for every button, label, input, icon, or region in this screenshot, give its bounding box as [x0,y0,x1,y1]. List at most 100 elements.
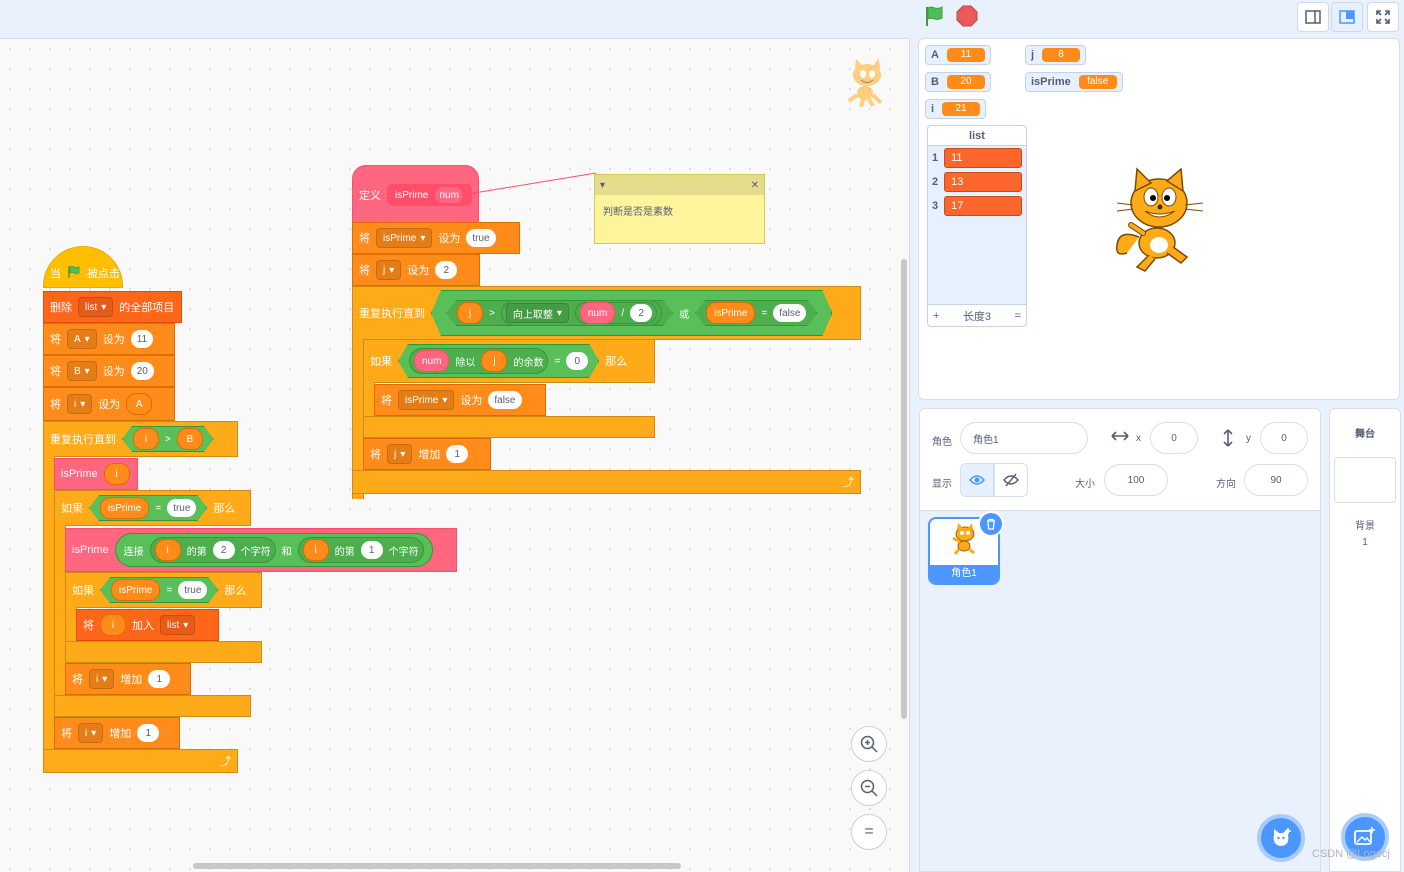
eq-operator[interactable]: isPrime = false [695,300,817,326]
change-i-block[interactable]: 将 i ▾ 增加 1 [54,717,180,749]
monitor-isPrime[interactable]: isPrime false [1025,72,1123,92]
eq-operator[interactable]: num 除以 j 的余数 = 0 [398,344,599,378]
close-icon[interactable]: ✕ [751,180,759,191]
delete-sprite-button[interactable] [978,511,1004,537]
variable-isprime-reporter[interactable]: isPrime [100,497,149,519]
value-input[interactable]: true [178,581,207,599]
value-input[interactable]: 1 [360,541,383,559]
show-visible-button[interactable] [960,463,994,497]
when-flag-clicked-block[interactable]: 当 被点击 [43,246,123,288]
variable-B-reporter[interactable]: B [177,428,203,450]
set-B-20-block[interactable]: 将 B ▾ 设为 20 [43,355,175,387]
repeat-until-block[interactable]: 重复执行直到 j > 向上取整 ▾ num / 2 或 isPrime = fal… [352,286,861,340]
value-input[interactable]: 0 [566,352,588,370]
monitor-B[interactable]: B 20 [925,72,991,92]
variable-dropdown[interactable]: isPrime ▾ [398,390,455,410]
list-item[interactable]: 3 17 [928,194,1026,218]
eq-operator[interactable]: isPrime = true [89,495,207,521]
size-input[interactable]: 100 [1104,464,1168,496]
value-input[interactable]: false [773,304,806,322]
variable-dropdown[interactable]: i ▾ [67,394,93,414]
num-reporter[interactable]: num [580,302,615,324]
divide-operator[interactable]: num / 2 [575,302,657,324]
variable-i-reporter[interactable]: i [103,463,130,485]
math-op-dropdown[interactable]: 向上取整 ▾ [506,303,569,323]
variable-i-reporter[interactable]: i [100,614,126,636]
gt-operator[interactable]: j > 向上取整 ▾ num / 2 [446,300,673,326]
variable-dropdown[interactable]: j ▾ [387,444,413,464]
monitor-j[interactable]: j8 [1025,45,1087,65]
divisor-input[interactable]: 2 [630,304,652,322]
x-input[interactable]: 0 [1150,422,1198,454]
show-hidden-button[interactable] [994,463,1028,497]
stage[interactable]: A 11 B 20 i 21 j8 isPrime false list 1 11 2 13… [918,38,1400,400]
monitor-i[interactable]: i 21 [925,99,987,119]
value-input[interactable]: true [167,499,196,517]
small-stage-button[interactable] [1297,2,1329,32]
variable-i-reporter[interactable]: i [302,539,329,561]
zoom-reset-button[interactable]: = [851,814,887,850]
value-input[interactable]: true [466,229,496,247]
chevron-down-icon[interactable]: ▾ [600,180,605,191]
sprite-name-input[interactable]: 角色1 [960,422,1088,454]
variable-dropdown[interactable]: i ▾ [78,723,104,743]
list-item[interactable]: 2 13 [928,170,1026,194]
value-input[interactable]: false [488,391,522,409]
variable-j-reporter[interactable]: j [481,350,507,372]
set-A-11-block[interactable]: 将 A ▾ 设为 11 [43,323,175,355]
variable-dropdown[interactable]: B ▾ [67,361,97,381]
value-input[interactable]: 1 [446,445,469,463]
zoom-in-button[interactable] [851,726,887,762]
green-flag-icon[interactable] [922,4,948,28]
set-isprime-false-block[interactable]: 将 isPrime ▾ 设为 false [374,384,546,416]
variable-dropdown[interactable]: A ▾ [67,329,97,349]
list-value[interactable]: 11 [944,148,1022,168]
y-input[interactable]: 0 [1260,422,1308,454]
mod-operator[interactable]: num 除以 j 的余数 [409,348,548,374]
change-j-block[interactable]: 将 j ▾ 增加 1 [363,438,491,470]
list-dropdown[interactable]: list ▾ [78,297,114,317]
list-dropdown[interactable]: list ▾ [160,615,196,635]
comment-note[interactable]: ▾ ✕ 判断是否是素数 [594,174,765,244]
direction-input[interactable]: 90 [1244,464,1308,496]
variable-j-reporter[interactable]: j [457,302,483,324]
set-i-A-block[interactable]: 将 i ▾ 设为 A [43,387,175,421]
list-monitor[interactable]: list 1 11 2 13 3 17 + 长度3 = [927,125,1027,327]
if-then-block[interactable]: 如果 num 除以 j 的余数 = 0 那么 [363,339,655,383]
gt-operator[interactable]: i > B [122,426,214,452]
call-isprime-block[interactable]: isPrime i [54,458,138,490]
choose-sprite-button[interactable] [1257,814,1305,862]
stage-target-panel[interactable]: 舞台 背景 1 [1329,408,1401,872]
variable-i-reporter[interactable]: i [154,539,181,561]
comment-text[interactable]: 判断是否是素数 [595,195,764,226]
stop-icon[interactable] [956,5,978,27]
variable-A-reporter[interactable]: A [126,393,153,415]
value-input[interactable]: 1 [148,670,171,688]
list-value[interactable]: 13 [944,172,1022,192]
variable-isprime-reporter[interactable]: isPrime [111,579,160,601]
if-then-block[interactable]: 如果 isPrime = true 那么 [65,572,262,608]
value-input[interactable]: 20 [130,362,154,380]
stage-thumbnail[interactable] [1334,457,1396,503]
num-reporter[interactable]: num [414,350,449,372]
monitor-A[interactable]: A 11 [925,45,991,65]
large-stage-button[interactable] [1331,2,1363,32]
value-input[interactable]: 2 [212,541,235,559]
variable-isprime-reporter[interactable]: isPrime [706,302,755,324]
repeat-until-block[interactable]: 重复执行直到 i > B [43,421,238,457]
change-i-block[interactable]: 将 i ▾ 增加 1 [65,663,191,695]
value-input[interactable]: 1 [137,724,160,742]
code-area[interactable]: 定义 isPrime num ▾ ✕ 判断是否是素数 将 isPrime ▾ 设为 … [0,38,910,872]
letter-of-operator[interactable]: i 的第 1 个字符 [297,537,424,563]
fullscreen-button[interactable] [1367,2,1399,32]
letter-of-operator[interactable]: i 的第 2 个字符 [149,537,276,563]
variable-i-reporter[interactable]: i [133,428,159,450]
round-up-operator[interactable]: 向上取整 ▾ num / 2 [501,300,662,326]
horizontal-scrollbar[interactable] [193,863,681,869]
variable-dropdown[interactable]: isPrime ▾ [376,228,433,248]
delete-all-of-list-block[interactable]: 删除 list ▾ 的全部项目 [43,291,182,323]
cat-sprite[interactable] [1109,167,1209,276]
set-j-2-block[interactable]: 将 j ▾ 设为 2 [352,254,480,286]
if-then-block[interactable]: 如果 isPrime = true 那么 [54,490,251,526]
zoom-out-button[interactable] [851,770,887,806]
